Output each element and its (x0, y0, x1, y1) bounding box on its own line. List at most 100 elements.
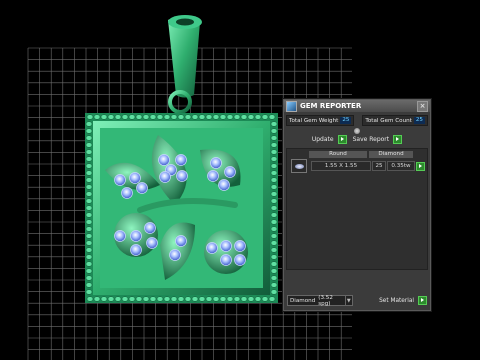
total-gem-weight-value: 25 (340, 117, 352, 124)
save-report-action[interactable]: Save Report (353, 135, 403, 144)
bead (233, 114, 241, 120)
material-select[interactable]: Diamond (3.52 spg) ▼ (287, 295, 353, 307)
bead (184, 296, 192, 302)
bead (156, 296, 164, 302)
bead (85, 149, 93, 155)
bead (270, 233, 278, 239)
bead (254, 114, 262, 120)
save-report-label: Save Report (352, 136, 390, 143)
bead (100, 296, 108, 302)
bead (268, 114, 276, 120)
bead (85, 289, 93, 295)
bead (85, 156, 93, 162)
stats-row: Total Gem Weight 25 Total Gem Count 25 (284, 112, 430, 126)
bead (149, 114, 157, 120)
bead (270, 149, 278, 155)
close-icon[interactable]: × (417, 100, 428, 112)
bead (198, 296, 206, 302)
pendant-bail (168, 15, 202, 114)
gem-weight-cell: 0.35tw (387, 161, 415, 171)
bead (270, 142, 278, 148)
bead (270, 191, 278, 197)
gem-stone (136, 182, 148, 194)
row-go-arrow-icon[interactable] (416, 161, 425, 171)
bead (170, 114, 178, 120)
gem-list[interactable]: Round Diamond 1.55 X 1.55 25 0.35tw (286, 148, 428, 270)
gem-reporter-panel: GEM REPORTER × Total Gem Weight 25 Total… (283, 99, 431, 311)
gem-stone (130, 244, 142, 256)
bead (270, 289, 278, 295)
bead (85, 212, 93, 218)
bead (261, 296, 269, 302)
bead (240, 296, 248, 302)
bead (219, 114, 227, 120)
gem-stone (234, 240, 246, 252)
bead (270, 184, 278, 190)
bead (170, 296, 178, 302)
bead (270, 121, 278, 127)
gem-stone (206, 242, 218, 254)
bead (85, 142, 93, 148)
total-gem-weight-label: Total Gem Weight (289, 117, 339, 124)
bead (233, 296, 241, 302)
bead (85, 121, 93, 127)
total-gem-count-label: Total Gem Count (365, 117, 412, 124)
panel-titlebar[interactable]: GEM REPORTER × (284, 100, 430, 112)
bead (270, 128, 278, 134)
gem-stone (159, 171, 171, 183)
bead (85, 275, 93, 281)
gem-stone (224, 166, 236, 178)
gem-stone (220, 240, 232, 252)
column-header-diamond: Diamond (369, 151, 413, 158)
bead (85, 205, 93, 211)
total-gem-weight: Total Gem Weight 25 (286, 115, 355, 126)
bead (85, 240, 93, 246)
update-go-arrow-icon[interactable] (337, 135, 347, 144)
bead (191, 296, 199, 302)
bead (247, 114, 255, 120)
gem-stone (234, 254, 246, 266)
update-action[interactable]: Update (312, 135, 347, 144)
gem-stone (176, 170, 188, 182)
bead (128, 296, 136, 302)
gem-stone (121, 187, 133, 199)
bead (212, 296, 220, 302)
bead (270, 226, 278, 232)
bead (93, 114, 101, 120)
bead (85, 233, 93, 239)
bead (85, 177, 93, 183)
gem-stone (144, 222, 156, 234)
bead (85, 282, 93, 288)
bead (270, 268, 278, 274)
bead (270, 240, 278, 246)
gem-stone (207, 170, 219, 182)
bead (107, 296, 115, 302)
rotate-icon[interactable] (354, 128, 360, 134)
bead (135, 296, 143, 302)
set-material-action[interactable]: Set Material (379, 296, 427, 305)
bead (85, 261, 93, 267)
bead (198, 114, 206, 120)
gem-stone (158, 154, 170, 166)
dropdown-arrow-icon[interactable]: ▼ (344, 296, 352, 305)
bead (270, 275, 278, 281)
bead (205, 114, 213, 120)
bead (85, 247, 93, 253)
gem-list-row[interactable]: 1.55 X 1.55 25 0.35tw (291, 159, 425, 173)
bead (205, 296, 213, 302)
bead (270, 163, 278, 169)
action-row: Update Save Report (284, 135, 430, 144)
bead (219, 296, 227, 302)
bead (86, 114, 94, 120)
bead (114, 114, 122, 120)
bead (270, 219, 278, 225)
bead (142, 114, 150, 120)
save-report-go-arrow-icon[interactable] (393, 135, 403, 144)
set-material-go-arrow-icon[interactable] (418, 296, 427, 305)
gem-size-cell: 1.55 X 1.55 (311, 161, 371, 171)
bead (270, 135, 278, 141)
total-gem-count: Total Gem Count 25 (362, 115, 428, 126)
bead (184, 114, 192, 120)
bead (226, 114, 234, 120)
bead (149, 296, 157, 302)
